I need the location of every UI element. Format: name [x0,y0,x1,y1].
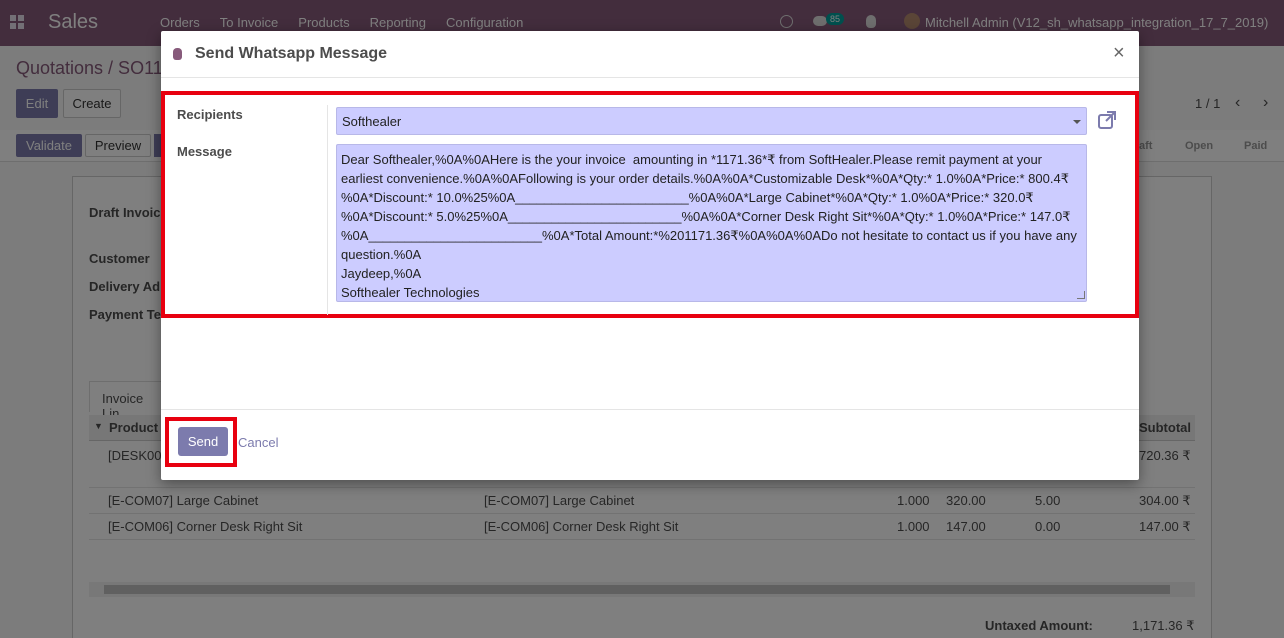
recipients-value: Softhealer [342,114,402,129]
message-label: Message [177,144,232,159]
send-whatsapp-dialog: Send Whatsapp Message × Recipients Softh… [161,31,1139,480]
chevron-down-icon[interactable] [1073,120,1081,124]
message-textarea[interactable]: Dear Softhealer,%0A%0AHere is the your i… [336,144,1087,302]
resize-handle[interactable] [1077,291,1085,299]
external-link-icon[interactable] [1097,110,1117,130]
modal-footer [161,409,1139,480]
cancel-button[interactable]: Cancel [238,435,278,450]
bug-icon [173,48,182,60]
recipients-label: Recipients [177,107,243,122]
modal-header: Send Whatsapp Message × [161,31,1139,78]
recipients-select[interactable]: Softhealer [336,107,1087,135]
send-button[interactable]: Send [178,427,228,456]
modal-title: Send Whatsapp Message [195,45,388,62]
field-divider [327,105,328,315]
close-icon[interactable]: × [1113,42,1125,65]
